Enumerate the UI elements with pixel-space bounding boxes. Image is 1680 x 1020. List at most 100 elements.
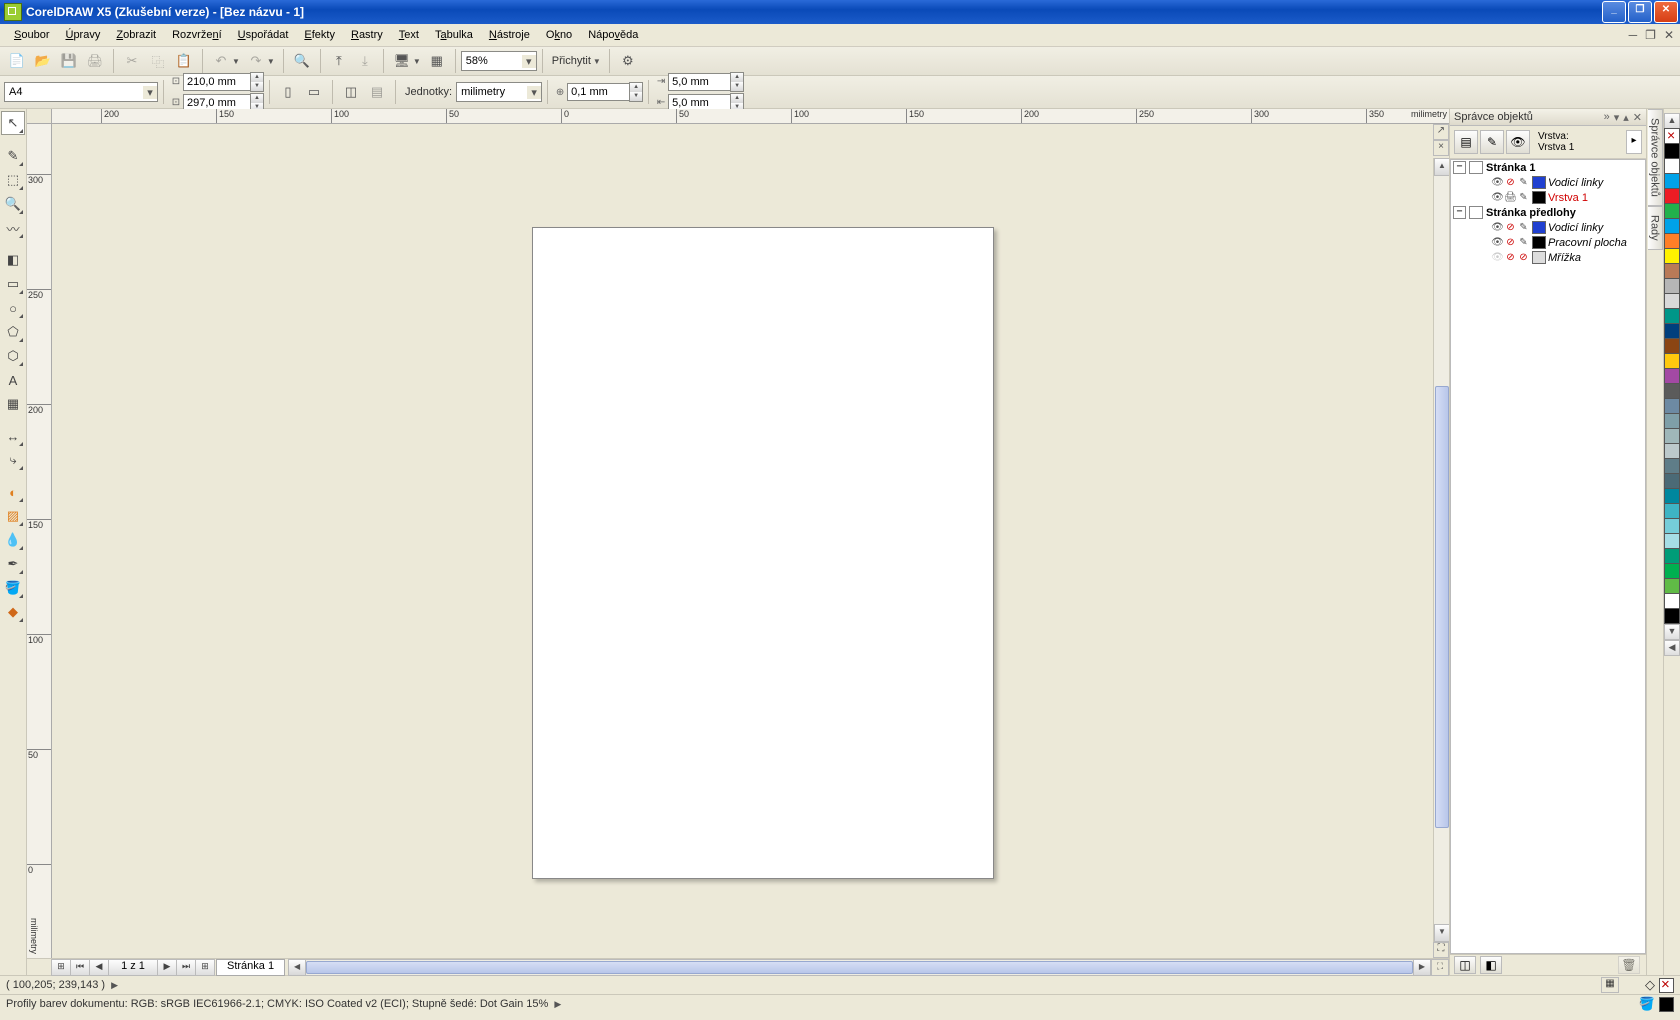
- menu-tabulka[interactable]: Tabulka: [427, 27, 481, 43]
- panel-close-icon[interactable]: ✕: [1633, 111, 1642, 124]
- edit-icon[interactable]: ✎: [1517, 177, 1530, 189]
- publish-menu-icon[interactable]: ▼: [413, 57, 421, 66]
- paste-button[interactable]: 📋: [172, 49, 196, 73]
- edit-icon[interactable]: ✎: [1517, 192, 1530, 204]
- smart-fill-tool[interactable]: ◧: [2, 249, 24, 271]
- snap-menu-icon[interactable]: ▼: [593, 57, 601, 66]
- tree-page-label[interactable]: Stránka 1: [1486, 162, 1536, 174]
- transparency-tool[interactable]: ▨: [2, 505, 24, 527]
- edit-icon[interactable]: ✎: [1517, 237, 1530, 249]
- color-swatch[interactable]: [1664, 338, 1680, 354]
- panel-title-bar[interactable]: Správce objektů » ▾ ▴ ✕: [1450, 109, 1646, 126]
- palette-flyout[interactable]: ◀: [1664, 640, 1680, 656]
- flyout-icon[interactable]: ▶: [111, 980, 118, 991]
- collapse-icon[interactable]: −: [1453, 161, 1466, 174]
- menu-rozvrzeni[interactable]: Rozvržení: [164, 27, 230, 43]
- color-swatch[interactable]: [1664, 368, 1680, 384]
- menu-usporadat[interactable]: Uspořádat: [230, 27, 297, 43]
- color-swatch[interactable]: [1664, 158, 1680, 174]
- palette-scroll-down[interactable]: ▼: [1664, 624, 1680, 640]
- color-swatch[interactable]: [1664, 203, 1680, 219]
- print-icon[interactable]: 🖨: [1504, 192, 1517, 204]
- menu-efekty[interactable]: Efekty: [296, 27, 343, 43]
- next-page-button[interactable]: ▶: [157, 959, 177, 976]
- layer-color-icon[interactable]: [1532, 191, 1546, 204]
- color-swatch[interactable]: [1664, 218, 1680, 234]
- visibility-icon[interactable]: 👁: [1491, 237, 1504, 249]
- visibility-icon[interactable]: 👁: [1491, 222, 1504, 234]
- panel-expand-icon[interactable]: »: [1604, 111, 1610, 124]
- tree-master-label[interactable]: Stránka předlohy: [1486, 207, 1576, 219]
- color-swatch[interactable]: [1664, 248, 1680, 264]
- add-page-end-button[interactable]: ⊞: [195, 959, 215, 976]
- last-page-button[interactable]: ⏭: [176, 959, 196, 976]
- search-button[interactable]: 🔍: [290, 49, 314, 73]
- spinner[interactable]: ▲▼: [629, 82, 643, 102]
- table-tool[interactable]: ▦: [2, 393, 24, 415]
- color-swatch[interactable]: [1664, 548, 1680, 564]
- import-button[interactable]: ⤒: [327, 49, 351, 73]
- color-swatch[interactable]: [1664, 518, 1680, 534]
- scroll-thumb[interactable]: [306, 961, 1413, 974]
- print-icon[interactable]: ⊘: [1504, 222, 1517, 234]
- nudge-input[interactable]: 0,1 mm: [567, 83, 630, 101]
- layer-edit-icon[interactable]: ✎: [1480, 130, 1504, 154]
- copy-button[interactable]: ⿻: [146, 49, 170, 73]
- doc-minimize-button[interactable]: ─: [1629, 28, 1638, 42]
- color-swatch[interactable]: [1664, 443, 1680, 459]
- edit-icon[interactable]: ✎: [1517, 222, 1530, 234]
- panel-collapse-icon[interactable]: ▴: [1623, 111, 1629, 124]
- menu-soubor[interactable]: Soubor: [6, 27, 57, 43]
- horizontal-ruler[interactable]: milimetry 200150100500501001502002503003…: [51, 109, 1449, 124]
- prev-page-button[interactable]: ◀: [89, 959, 109, 976]
- new-master-layer-button[interactable]: ◧: [1480, 956, 1502, 974]
- color-swatch[interactable]: [1664, 173, 1680, 189]
- layer-color-icon[interactable]: [1532, 221, 1546, 234]
- scroll-thumb[interactable]: [1435, 386, 1449, 828]
- basic-shapes-tool[interactable]: ⬡: [2, 345, 24, 367]
- eyedropper-tool[interactable]: 💧: [2, 529, 24, 551]
- delete-layer-button[interactable]: 🗑: [1618, 956, 1640, 974]
- maximize-button[interactable]: ❐: [1628, 1, 1652, 23]
- print-icon[interactable]: ⊘: [1504, 252, 1517, 264]
- current-page-button[interactable]: ▤: [365, 80, 389, 104]
- tree-item-label[interactable]: Vrstva 1: [1548, 192, 1588, 204]
- dock-tab-rady[interactable]: Rady: [1648, 206, 1663, 250]
- color-swatch[interactable]: [1664, 608, 1680, 624]
- app-launch-button[interactable]: ▦: [425, 49, 449, 73]
- spinner[interactable]: ▲▼: [250, 72, 264, 92]
- scroll-down-button[interactable]: ▼: [1434, 924, 1449, 942]
- connector-tool[interactable]: ⤷: [2, 449, 24, 471]
- color-swatch[interactable]: [1664, 593, 1680, 609]
- minimize-button[interactable]: _: [1602, 1, 1626, 23]
- color-swatch[interactable]: [1664, 323, 1680, 339]
- redo-menu-icon[interactable]: ▼: [267, 57, 275, 66]
- flyout-icon[interactable]: ▶: [554, 999, 561, 1010]
- layer-color-icon[interactable]: [1532, 176, 1546, 189]
- shape-tool[interactable]: ✎: [2, 145, 24, 167]
- vertical-ruler[interactable]: milimetry 300250200150100500: [27, 124, 52, 958]
- menu-zobrazit[interactable]: Zobrazit: [108, 27, 164, 43]
- text-tool[interactable]: A: [2, 369, 24, 391]
- tree-item-label[interactable]: Mřížka: [1548, 252, 1581, 264]
- tree-item-label[interactable]: Vodicí linky: [1548, 177, 1603, 189]
- dup-x-input[interactable]: 5,0 mm: [668, 73, 731, 91]
- close-button[interactable]: ✕: [1654, 1, 1678, 23]
- color-swatch[interactable]: [1664, 233, 1680, 249]
- page-size-combo[interactable]: A4▾: [4, 82, 158, 102]
- undo-button[interactable]: ↶: [209, 49, 233, 73]
- color-swatch[interactable]: [1664, 458, 1680, 474]
- color-swatch[interactable]: [1664, 398, 1680, 414]
- menu-nastroje[interactable]: Nástroje: [481, 27, 538, 43]
- tree-item-label[interactable]: Vodicí linky: [1548, 222, 1603, 234]
- layer-color-icon[interactable]: [1532, 236, 1546, 249]
- open-button[interactable]: 📂: [31, 49, 55, 73]
- units-combo[interactable]: milimetry▾: [456, 82, 542, 102]
- interactive-fill-tool[interactable]: ◆: [2, 601, 24, 623]
- color-swatch[interactable]: [1664, 533, 1680, 549]
- page-width-input[interactable]: 210,0 mm: [183, 73, 251, 91]
- visibility-icon[interactable]: 👁: [1491, 177, 1504, 189]
- color-swatch[interactable]: [1664, 428, 1680, 444]
- drawing-canvas[interactable]: [52, 124, 1433, 958]
- menu-text[interactable]: Text: [391, 27, 427, 43]
